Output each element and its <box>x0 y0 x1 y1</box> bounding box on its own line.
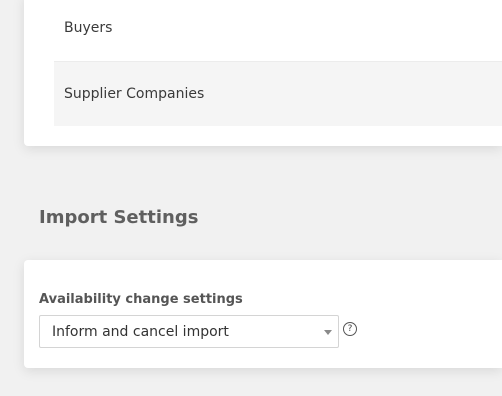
section-title-import-settings: Import Settings <box>39 207 199 228</box>
select-value: Inform and cancel import <box>52 323 229 340</box>
import-settings-card: Availability change settings Inform and … <box>24 260 502 368</box>
list-item-label: Buyers <box>64 19 113 36</box>
availability-change-label: Availability change settings <box>39 292 243 307</box>
help-icon[interactable]: ? <box>343 322 357 336</box>
roles-card: Buyers Supplier Companies <box>24 0 502 146</box>
availability-change-select[interactable]: Inform and cancel import <box>39 315 339 348</box>
list-item-label: Supplier Companies <box>64 86 205 102</box>
chevron-down-icon <box>324 330 332 335</box>
list-item-buyers[interactable]: Buyers <box>54 0 502 61</box>
list-item-supplier-companies[interactable]: Supplier Companies <box>54 61 502 126</box>
